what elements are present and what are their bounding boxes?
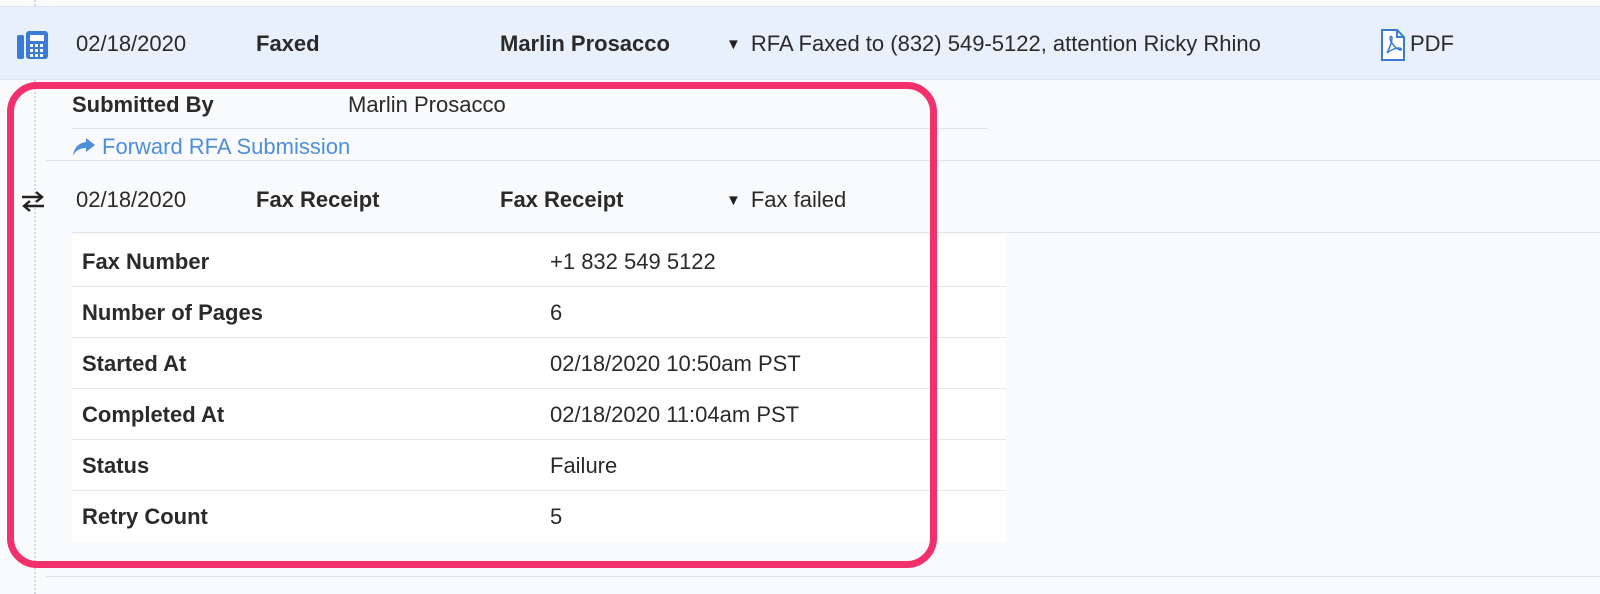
divider <box>72 128 988 129</box>
receipt-status: Fax failed <box>750 187 847 212</box>
event-date: 02/18/2020 <box>76 31 187 56</box>
detail-value: 6 <box>550 300 563 325</box>
pdf-link[interactable]: PDF <box>1410 7 1454 81</box>
detail-value: 02/18/2020 11:04am PST <box>550 402 800 427</box>
table-row: Started At 02/18/2020 10:50am PST <box>72 338 1006 389</box>
table-row: Completed At 02/18/2020 11:04am PST <box>72 389 1006 440</box>
timeline-rail <box>34 0 36 594</box>
receipt-status-toggle[interactable]: ▼ Fax failed <box>726 180 846 220</box>
fax-icon <box>17 31 48 59</box>
detail-value: 5 <box>550 504 563 529</box>
fax-details-table: Fax Number +1 832 549 5122 Number of Pag… <box>72 236 1006 542</box>
detail-value: +1 832 549 5122 <box>550 249 716 274</box>
forward-rfa-link[interactable]: Forward RFA Submission <box>72 132 350 162</box>
detail-label: Status <box>82 453 150 478</box>
pdf-icon[interactable] <box>1380 29 1406 61</box>
event-row-faxed[interactable]: 02/18/2020 Faxed Marlin Prosacco ▼ RFA Fa… <box>0 6 1600 80</box>
detail-label: Completed At <box>82 402 225 427</box>
divider <box>72 232 1600 233</box>
share-arrow-icon <box>73 138 95 156</box>
receipt-date: 02/18/2020 <box>76 187 187 212</box>
submitted-by-value: Marlin Prosacco <box>348 92 506 117</box>
table-row: Retry Count 5 <box>72 491 1006 542</box>
divider <box>46 160 1600 161</box>
detail-label: Started At <box>82 351 187 376</box>
event-description-toggle[interactable]: ▼ RFA Faxed to (832) 549-5122, attention … <box>726 7 1261 81</box>
table-row: Number of Pages 6 <box>72 287 1006 338</box>
detail-label: Retry Count <box>82 504 208 529</box>
timeline-page: 02/18/2020 Faxed Marlin Prosacco ▼ RFA Fa… <box>0 0 1600 594</box>
event-type: Faxed <box>256 31 320 56</box>
submitted-by-label: Submitted By <box>72 92 214 117</box>
event-submitter: Marlin Prosacco <box>500 31 670 56</box>
caret-down-icon: ▼ <box>726 36 741 53</box>
event-description: RFA Faxed to (832) 549-5122, attention R… <box>750 31 1261 56</box>
detail-value: 02/18/2020 10:50am PST <box>550 351 801 376</box>
forward-rfa-label: Forward RFA Submission <box>102 134 351 159</box>
table-row: Fax Number +1 832 549 5122 <box>72 236 1006 287</box>
detail-value: Failure <box>550 453 618 478</box>
receipt-type: Fax Receipt <box>256 187 380 212</box>
caret-down-icon: ▼ <box>726 192 741 209</box>
swap-arrows-icon <box>22 191 44 212</box>
detail-label: Number of Pages <box>82 300 263 325</box>
divider <box>46 576 1600 577</box>
receipt-title: Fax Receipt <box>500 187 624 212</box>
table-row: Status Failure <box>72 440 1006 491</box>
detail-label: Fax Number <box>82 249 210 274</box>
